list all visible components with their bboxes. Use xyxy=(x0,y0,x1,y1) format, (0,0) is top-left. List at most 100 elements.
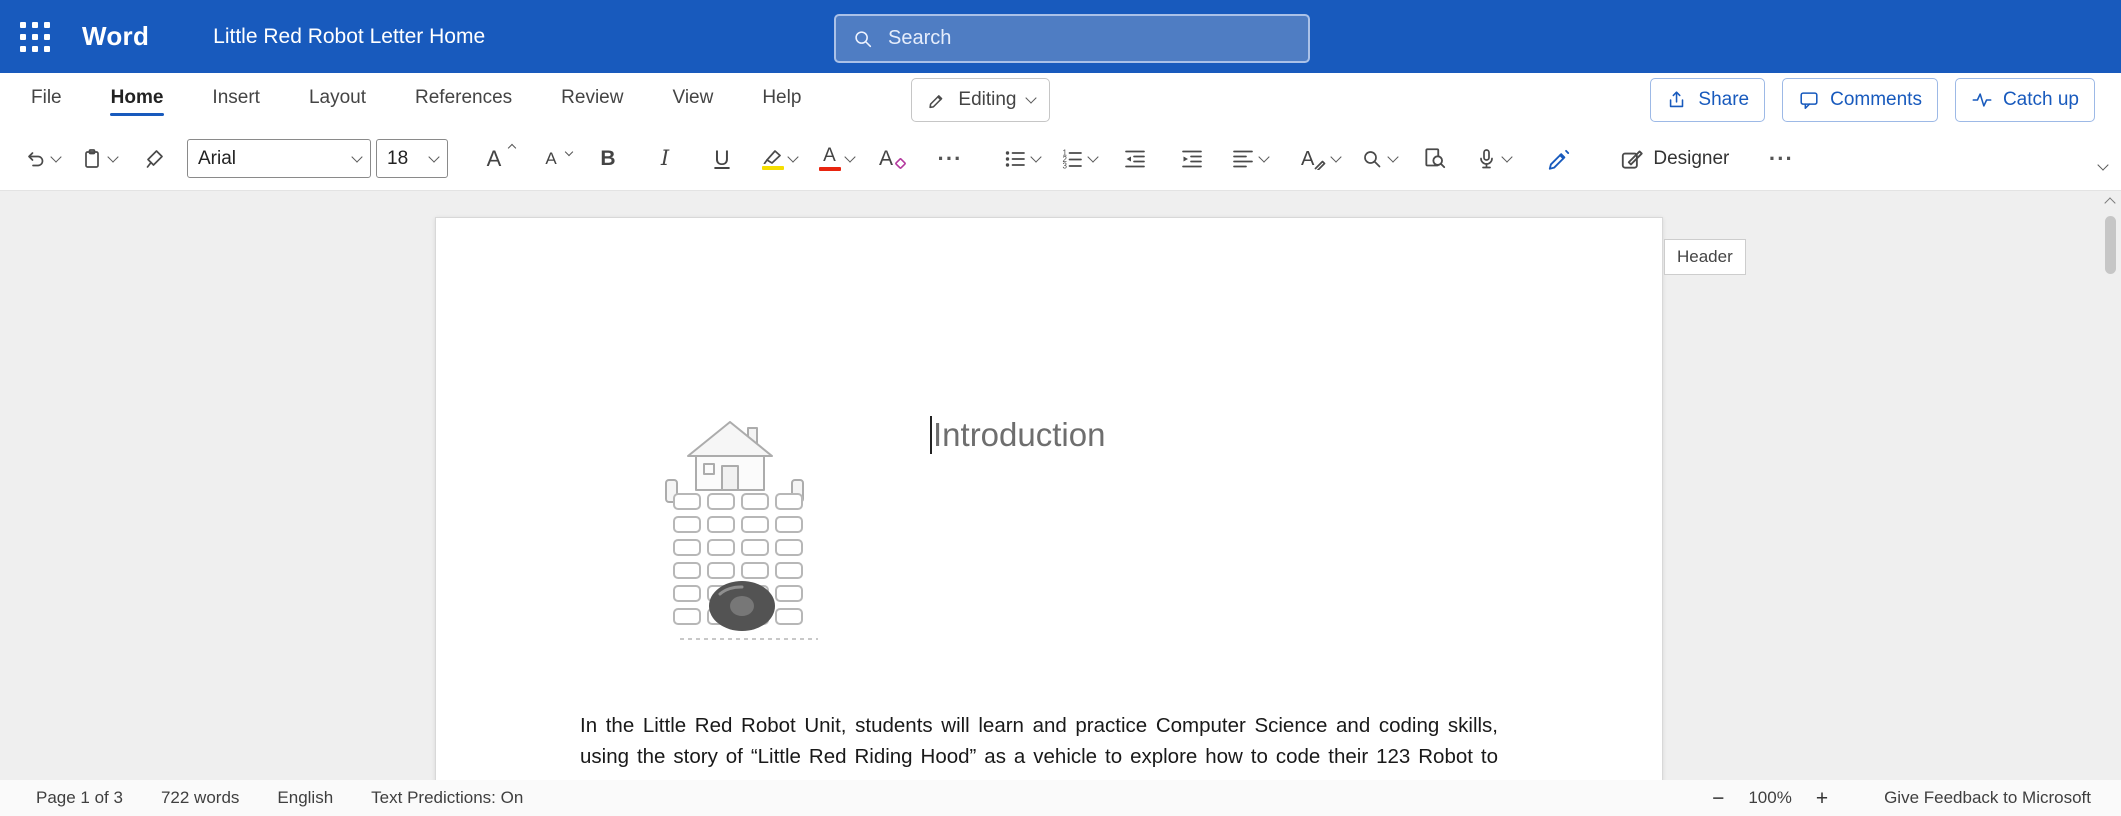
numbered-list-icon: 1 2 3 xyxy=(1060,147,1084,171)
paste-button[interactable] xyxy=(73,137,123,181)
home-ribbon-toolbar: Arial 18 A A B I U A xyxy=(0,127,2121,191)
search-document-button[interactable] xyxy=(1410,137,1460,181)
catch-up-button[interactable]: Catch up xyxy=(1955,78,2095,122)
comment-icon xyxy=(1798,89,1820,111)
style-pen-icon xyxy=(1314,157,1327,170)
page-magnifier-icon xyxy=(1422,146,1448,172)
tab-home[interactable]: Home xyxy=(110,85,165,116)
app-launcher-button[interactable] xyxy=(12,14,58,60)
clear-formatting-button[interactable]: A xyxy=(868,137,918,181)
alignment-button[interactable] xyxy=(1224,137,1274,181)
font-name-select[interactable]: Arial xyxy=(187,139,371,178)
microphone-icon xyxy=(1474,147,1498,171)
word-count-status[interactable]: 722 words xyxy=(161,788,239,808)
font-color-swatch xyxy=(819,167,841,171)
increase-indent-button[interactable] xyxy=(1167,137,1217,181)
ribbon-tab-row: File Home Insert Layout References Revie… xyxy=(0,73,2121,127)
house-robot-sketch-image[interactable] xyxy=(660,414,837,665)
scroll-up-arrow[interactable] xyxy=(2104,197,2115,208)
format-painter-button[interactable] xyxy=(130,137,180,181)
chevron-down-icon xyxy=(428,151,439,162)
text-cursor xyxy=(930,416,932,454)
pen-icon xyxy=(926,89,948,111)
eraser-icon xyxy=(894,157,907,170)
app-name[interactable]: Word xyxy=(82,21,149,52)
zoom-in-button[interactable]: + xyxy=(1816,788,1828,809)
document-title[interactable]: Little Red Robot Letter Home xyxy=(213,25,485,49)
grow-font-button[interactable]: A xyxy=(469,137,519,181)
chevron-down-icon xyxy=(565,147,573,155)
align-text-icon xyxy=(1231,147,1255,171)
share-icon xyxy=(1666,89,1688,111)
page-count-status[interactable]: Page 1 of 3 xyxy=(36,788,123,808)
styles-button[interactable]: A xyxy=(1295,137,1346,181)
undo-button[interactable] xyxy=(16,137,66,181)
tab-file[interactable]: File xyxy=(30,85,63,116)
undo-icon xyxy=(23,147,47,171)
svg-text:3: 3 xyxy=(1062,161,1067,170)
chevron-down-icon xyxy=(787,151,798,162)
italic-button[interactable]: I xyxy=(640,137,690,181)
font-size-select[interactable]: 18 xyxy=(376,139,448,178)
decrease-indent-button[interactable] xyxy=(1110,137,1160,181)
chevron-down-icon xyxy=(1387,151,1398,162)
status-bar: Page 1 of 3 722 words English Text Predi… xyxy=(0,780,2121,816)
tab-review[interactable]: Review xyxy=(560,85,624,116)
shrink-font-button[interactable]: A xyxy=(526,137,576,181)
zoom-out-button[interactable]: − xyxy=(1712,788,1724,809)
highlight-color-button[interactable] xyxy=(754,137,804,181)
vertical-scrollbar[interactable] xyxy=(2102,195,2118,274)
document-page[interactable]: Introduction In the Little Red Robot Uni… xyxy=(435,217,1663,780)
more-ribbon-options-button[interactable]: ··· xyxy=(1756,137,1806,181)
font-color-button[interactable]: A xyxy=(811,137,861,181)
underline-button[interactable]: U xyxy=(697,137,747,181)
highlighter-icon xyxy=(762,148,784,164)
chevron-down-icon xyxy=(1030,151,1041,162)
comments-button[interactable]: Comments xyxy=(1782,78,1938,122)
dictate-button[interactable] xyxy=(1467,137,1517,181)
decrease-indent-icon xyxy=(1123,147,1147,171)
bold-button[interactable]: B xyxy=(583,137,633,181)
text-predictions-status[interactable]: Text Predictions: On xyxy=(371,788,523,808)
increase-indent-icon xyxy=(1180,147,1204,171)
search-box[interactable] xyxy=(834,14,1310,63)
document-canvas: Introduction In the Little Red Robot Uni… xyxy=(0,191,2121,780)
chevron-down-icon xyxy=(50,151,61,162)
tab-references[interactable]: References xyxy=(414,85,513,116)
designer-icon xyxy=(1619,146,1645,172)
editor-button[interactable] xyxy=(1534,137,1584,181)
activity-pulse-icon xyxy=(1971,89,1993,111)
editor-pen-icon xyxy=(1546,146,1572,172)
designer-button[interactable]: Designer xyxy=(1613,137,1735,181)
search-icon xyxy=(852,28,874,50)
search-input[interactable] xyxy=(886,26,1220,51)
find-button[interactable] xyxy=(1353,137,1403,181)
chevron-down-icon xyxy=(1331,151,1342,162)
clipboard-icon xyxy=(80,147,104,171)
chevron-down-icon xyxy=(1087,151,1098,162)
header-section-tab[interactable]: Header xyxy=(1664,239,1746,275)
chevron-down-icon xyxy=(844,151,855,162)
more-font-options-button[interactable]: ··· xyxy=(925,137,975,181)
feedback-link[interactable]: Give Feedback to Microsoft xyxy=(1884,788,2091,808)
chevron-down-icon xyxy=(351,151,362,162)
numbering-button[interactable]: 1 2 3 xyxy=(1053,137,1103,181)
tab-view[interactable]: View xyxy=(671,85,714,116)
chevron-down-icon xyxy=(1025,92,1036,103)
share-button[interactable]: Share xyxy=(1650,78,1765,122)
format-painter-icon xyxy=(143,147,167,171)
tab-layout[interactable]: Layout xyxy=(308,85,367,116)
magnifier-icon xyxy=(1360,147,1384,171)
bulleted-list-icon xyxy=(1003,147,1027,171)
editing-mode-dropdown[interactable]: Editing xyxy=(911,78,1049,122)
tab-help[interactable]: Help xyxy=(761,85,802,116)
document-heading[interactable]: Introduction xyxy=(930,416,1105,454)
collapse-ribbon-chevron[interactable] xyxy=(2097,159,2108,170)
language-status[interactable]: English xyxy=(277,788,333,808)
tab-insert[interactable]: Insert xyxy=(211,85,261,116)
scrollbar-thumb[interactable] xyxy=(2105,216,2116,274)
zoom-level[interactable]: 100% xyxy=(1748,788,1791,808)
document-paragraph[interactable]: In the Little Red Robot Unit, students w… xyxy=(580,710,1498,781)
chevron-down-icon xyxy=(1501,151,1512,162)
bullets-button[interactable] xyxy=(996,137,1046,181)
